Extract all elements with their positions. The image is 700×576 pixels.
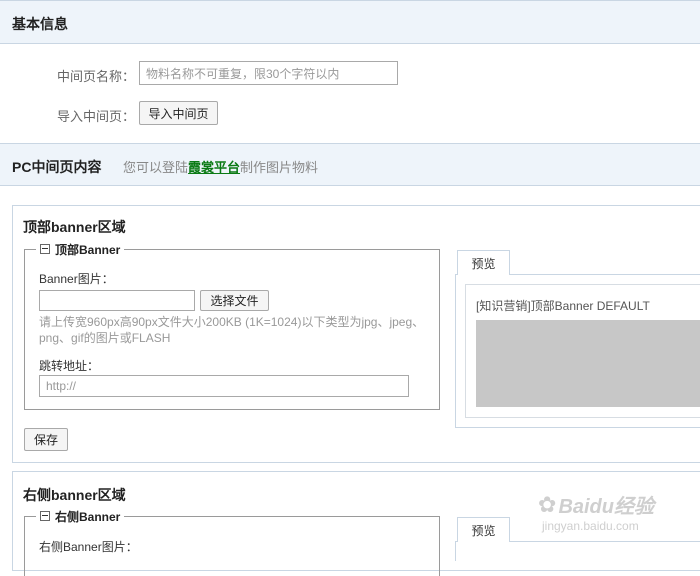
right-banner-legend-label: 右侧Banner [55,509,121,524]
baidu-watermark: ✿ Baidu经验 jingyan.baidu.com [538,490,688,534]
top-preview-tab[interactable]: 预览 [457,250,510,275]
import-label: 导入中间页： [57,109,136,124]
top-preview-text: [知识营销]顶部Banner DEFAULT [476,299,650,313]
top-preview-image [476,320,700,407]
name-label: 中间页名称： [57,69,136,84]
jump-url-placeholder: http:// [46,379,77,393]
right-banner-area-title: 右侧banner区域 [23,487,126,503]
collapse-minus-icon[interactable] [40,511,50,521]
top-banner-area-title: 顶部banner区域 [23,219,126,235]
right-banner-image-label: 右侧Banner图片： [39,540,138,554]
watermark-brand: Baidu经验 [558,496,654,518]
baidu-paw-icon: ✿ [538,491,557,517]
pc-content-header: PC中间页内容 您可以登陆霞裳平台制作图片物料 [0,143,700,186]
right-banner-legend: 右侧Banner [36,508,125,524]
upload-hint: 请上传宽960px高90px文件大小200KB (1K=1024)以下类型为jp… [39,315,425,345]
top-banner-legend: 顶部Banner [36,241,125,257]
platform-link[interactable]: 霞裳平台 [188,160,240,175]
hint-suffix: 制作图片物料 [240,160,319,175]
pc-content-title: PC中间页内容 [12,159,102,175]
jump-url-label: 跳转地址： [39,359,100,373]
basic-info-header: 基本信息 [0,0,700,44]
banner-image-label: Banner图片： [39,272,114,286]
jump-url-input[interactable]: http:// [39,375,409,397]
import-button[interactable]: 导入中间页 [139,101,218,125]
watermark-url: jingyan.baidu.com [542,519,639,533]
name-input-placeholder: 物料名称不可重复，限30个字符以内 [146,66,340,81]
right-preview-box [455,541,700,561]
collapse-minus-icon[interactable] [40,244,50,254]
pc-content-hint: 您可以登陆霞裳平台制作图片物料 [123,157,318,176]
basic-info-title: 基本信息 [12,16,68,32]
choose-file-button[interactable]: 选择文件 [200,290,269,311]
right-preview-tab[interactable]: 预览 [457,517,510,542]
top-banner-legend-label: 顶部Banner [55,242,121,257]
hint-prefix: 您可以登陆 [123,160,189,175]
name-input[interactable]: 物料名称不可重复，限30个字符以内 [139,61,398,85]
banner-file-input[interactable] [39,290,195,311]
save-button[interactable]: 保存 [24,428,68,451]
